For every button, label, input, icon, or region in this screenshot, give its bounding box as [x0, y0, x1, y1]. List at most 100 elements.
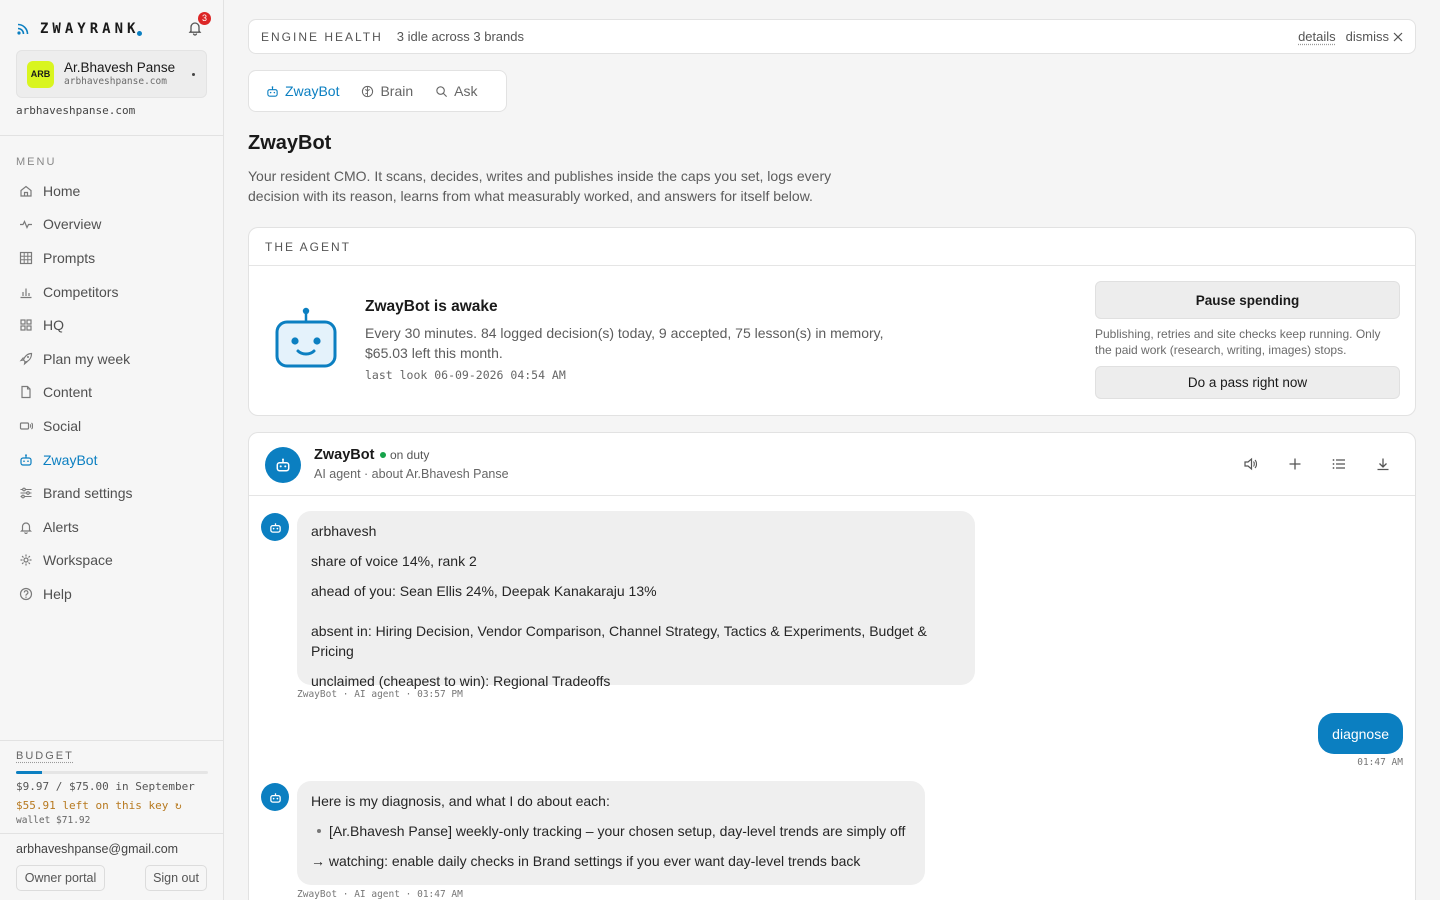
budget-spent: $9.97 / $75.00 in September	[16, 780, 195, 793]
bot-icon	[276, 458, 290, 472]
sidebar-item-label: ZwayBot	[43, 451, 98, 468]
logo-dot	[137, 30, 143, 36]
sidebar-item-workspace[interactable]: Workspace	[16, 544, 208, 578]
brand-name: Ar.Bhavesh Panse	[64, 60, 176, 75]
bot-icon	[269, 792, 281, 803]
chat-header: ZwayBot on duty AI agent · about Ar.Bhav…	[249, 433, 1415, 496]
bot-icon	[269, 522, 281, 533]
chat-subtitle: AI agent · about Ar.Bhavesh Panse	[314, 467, 509, 481]
bot-avatar	[261, 513, 289, 541]
sign-out-button[interactable]: Sign out	[145, 865, 207, 891]
sidebar-item-prompts[interactable]: Prompts	[16, 241, 208, 275]
sidebar-item-label: Alerts	[43, 518, 79, 535]
sidebar-item-label: HQ	[43, 317, 64, 334]
sidebar-item-label: Social	[43, 417, 82, 434]
brand-avatar: ARB	[27, 60, 54, 88]
engine-health-status: 3 idle across 3 brands	[396, 29, 524, 44]
budget-label: BUDGET	[16, 750, 74, 762]
pause-spending-button[interactable]: Pause spending	[1095, 281, 1400, 319]
agent-last-look: last look 06-09-2026 04:54 AM	[365, 368, 566, 382]
chat-name: ZwayBot	[314, 447, 375, 463]
sidebar-item-home[interactable]: Home	[16, 174, 208, 208]
list-icon[interactable]	[1331, 456, 1347, 472]
run-pass-button[interactable]: Do a pass right now	[1095, 366, 1400, 399]
agent-summary: Every 30 minutes. 84 logged decision(s) …	[365, 325, 884, 361]
bot-message: arbhavesh share of voice 14%, rank 2 ahe…	[297, 511, 975, 689]
sidebar-item-social[interactable]: Social	[16, 409, 208, 443]
rocket-icon	[19, 352, 33, 366]
document-icon	[21, 386, 31, 399]
close-icon	[1393, 32, 1403, 41]
sidebar-nav: Home Overview Prompts Competitors HQ Pla…	[16, 174, 208, 611]
bar-chart-icon	[20, 288, 32, 298]
brand-domain: arbhaveshpanse.com	[64, 76, 167, 87]
budget-progress-fill	[16, 771, 42, 774]
sidebar-item-hq[interactable]: HQ	[16, 308, 208, 342]
details-link[interactable]: details	[1298, 29, 1336, 44]
bullet-dot	[317, 829, 321, 833]
brand-switcher[interactable]: ARB Ar.Bhavesh Panse arbhaveshpanse.com	[16, 50, 207, 98]
user-email: arbhaveshpanse@gmail.com	[16, 842, 179, 856]
divider	[0, 740, 223, 741]
plus-icon[interactable]	[1287, 456, 1303, 472]
tab-label: Ask	[454, 83, 478, 99]
home-icon	[20, 185, 32, 197]
sidebar-item-brand-settings[interactable]: Brand settings	[16, 476, 208, 510]
message-line: ahead of you: Sean Ellis 24%, Deepak Kan…	[311, 583, 657, 599]
tab-bar: ZwayBot Brain Ask	[248, 70, 507, 112]
sidebar-item-label: Help	[43, 585, 72, 602]
divider	[0, 833, 223, 834]
dismiss-button[interactable]: dismiss	[1346, 29, 1403, 44]
sidebar-item-overview[interactable]: Overview	[16, 208, 208, 242]
notifications-button[interactable]: 3	[187, 12, 211, 36]
robot-icon	[275, 307, 337, 368]
sidebar-item-competitors[interactable]: Competitors	[16, 275, 208, 309]
chat-avatar	[265, 447, 301, 483]
bot-icon	[20, 453, 32, 466]
logo[interactable]: ZWAYRANK	[16, 18, 208, 40]
megaphone-icon	[19, 422, 33, 430]
chat-status: on duty	[380, 448, 429, 462]
speaker-icon[interactable]	[1243, 456, 1259, 472]
tab-brain[interactable]: Brain	[350, 76, 424, 106]
sidebar-item-label: Plan my week	[43, 350, 131, 367]
agent-card: THE AGENT ZwayBot is awake Every 30 minu…	[248, 227, 1416, 416]
bot-message: Here is my diagnosis, and what I do abou…	[297, 781, 925, 885]
sidebar-item-label: Prompts	[43, 249, 96, 266]
engine-health-banner: ENGINE HEALTH 3 idle across 3 brands det…	[248, 19, 1416, 54]
bell-icon	[20, 522, 32, 534]
domain-link[interactable]: arbhaveshpanse.com	[16, 104, 135, 117]
sliders-icon	[20, 487, 32, 499]
budget-progress-bar	[16, 771, 208, 774]
tab-zwaybot[interactable]: ZwayBot	[255, 76, 350, 106]
pulse-icon	[20, 220, 32, 230]
wallet-balance: wallet $71.92	[16, 815, 91, 826]
owner-portal-button[interactable]: Owner portal	[16, 865, 105, 891]
sidebar-item-zwaybot[interactable]: ZwayBot	[16, 443, 208, 477]
sidebar-item-label: Competitors	[43, 283, 119, 300]
sidebar: ZWAYRANK 3 ARB Ar.Bhavesh Panse arbhaves…	[0, 0, 224, 900]
sidebar-item-plan-my-week[interactable]: Plan my week	[16, 342, 208, 376]
budget-remaining[interactable]: $55.91 left on this key ↻	[16, 799, 182, 812]
tab-ask[interactable]: Ask	[424, 76, 488, 106]
gear-icon	[20, 554, 32, 566]
tab-label: Brain	[380, 83, 414, 99]
squares-icon	[20, 319, 32, 331]
message-meta: ZwayBot · AI agent · 01:47 AM	[297, 889, 463, 900]
message-line: [Ar.Bhavesh Panse] weekly-only tracking …	[329, 823, 906, 839]
status-dot	[380, 452, 386, 458]
sidebar-item-alerts[interactable]: Alerts	[16, 510, 208, 544]
menu-label: MENU	[16, 156, 57, 168]
sidebar-item-label: Home	[43, 182, 81, 199]
sidebar-item-help[interactable]: Help	[16, 577, 208, 611]
logo-text: ZWAYRANK	[40, 21, 140, 37]
user-message: diagnose	[1318, 713, 1403, 754]
dismiss-label: dismiss	[1345, 29, 1389, 44]
message-line: absent in: Hiring Decision, Vendor Compa…	[311, 623, 927, 659]
agent-status: ZwayBot is awake	[365, 298, 498, 315]
download-icon[interactable]	[1375, 456, 1391, 472]
divider	[0, 135, 223, 136]
grid-icon	[19, 251, 33, 265]
sidebar-item-content[interactable]: Content	[16, 376, 208, 410]
engine-health-title: ENGINE HEALTH	[261, 29, 383, 44]
